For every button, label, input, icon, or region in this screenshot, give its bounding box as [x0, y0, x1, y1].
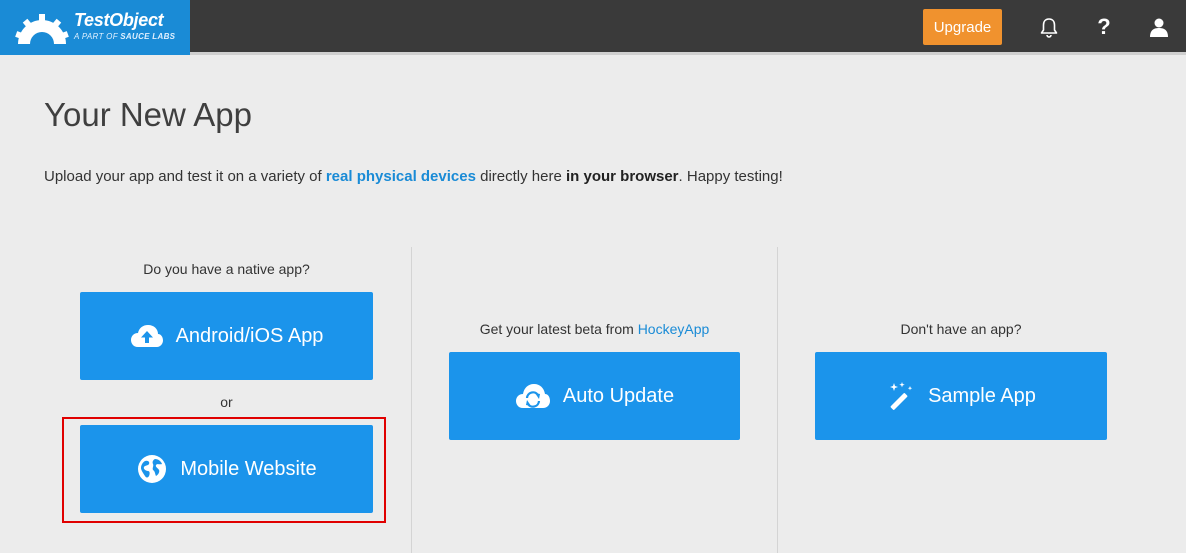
intro-part2: directly here: [475, 168, 566, 185]
or-separator: or: [220, 394, 233, 410]
help-button[interactable]: ?: [1091, 14, 1117, 40]
sample-app-button[interactable]: Sample App: [815, 352, 1107, 440]
magic-wand-icon: [886, 381, 916, 411]
page-title: Your New App: [44, 96, 252, 133]
bell-icon: [1040, 18, 1058, 38]
notifications-button[interactable]: [1036, 14, 1062, 40]
hockeyapp-link[interactable]: HockeyApp: [638, 321, 710, 337]
upload-app-label: Android/iOS App: [175, 324, 324, 347]
top-navbar: TestObject A PART OF SAUCE LABS Upgrade …: [0, 0, 1186, 55]
intro-part3: . Happy testing!: [678, 168, 783, 185]
column-divider: [411, 247, 412, 553]
globe-icon: [136, 453, 168, 485]
brand-tagline: A PART OF SAUCE LABS: [74, 32, 175, 41]
cloud-upload-icon: [130, 323, 164, 349]
brand-name: TestObject: [74, 10, 164, 30]
account-button[interactable]: [1146, 14, 1172, 40]
auto-update-label: Auto Update: [562, 384, 675, 407]
help-icon: ?: [1097, 14, 1111, 39]
testobject-logo[interactable]: TestObject A PART OF SAUCE LABS: [0, 0, 190, 55]
column-divider: [777, 247, 778, 553]
native-app-caption: Do you have a native app?: [143, 261, 310, 277]
hockeyapp-caption-prefix: Get your latest beta from: [479, 321, 638, 337]
intro-part1: Upload your app and test it on a variety…: [44, 168, 326, 185]
brand-tagline-prefix: A PART OF: [74, 32, 121, 41]
sample-app-caption: Don't have an app?: [900, 321, 1022, 337]
hockeyapp-caption: Get your latest beta from HockeyApp: [449, 321, 740, 337]
real-devices-link[interactable]: real physical devices: [326, 168, 476, 185]
auto-update-button[interactable]: Auto Update: [449, 352, 740, 440]
upload-app-button[interactable]: Android/iOS App: [80, 292, 373, 380]
user-icon: [1150, 18, 1168, 37]
brand-tagline-brand: SAUCE LABS: [120, 32, 176, 41]
gear-logo-icon: [15, 14, 69, 44]
intro-text: Upload your app and test it on a variety…: [44, 168, 783, 185]
cloud-refresh-icon: [515, 382, 551, 410]
intro-bold: in your browser: [566, 168, 679, 185]
sample-app-label: Sample App: [928, 384, 1036, 407]
upgrade-button[interactable]: Upgrade: [923, 9, 1002, 45]
mobile-website-label: Mobile Website: [180, 457, 317, 480]
mobile-website-button[interactable]: Mobile Website: [80, 425, 373, 513]
